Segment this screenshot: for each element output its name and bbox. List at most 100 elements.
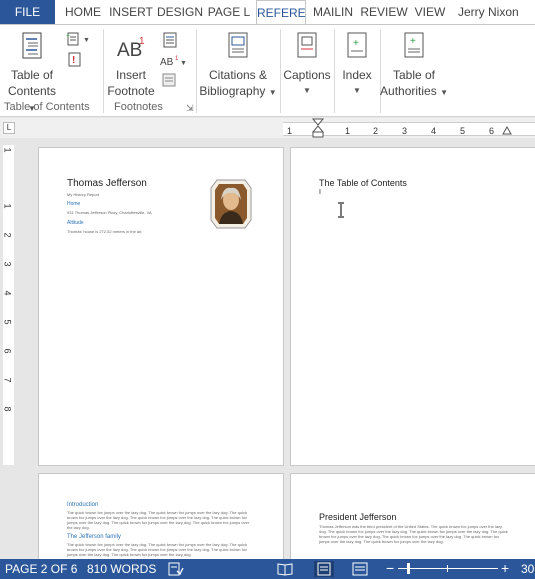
proofing-icon[interactable] — [168, 562, 184, 576]
ruler-tick: 1 — [287, 126, 293, 136]
user-name[interactable]: Jerry Nixon — [458, 0, 519, 24]
table-of-authorities-button[interactable]: + Table of Authorities ▼ — [380, 29, 448, 101]
vruler-tick: 5 — [2, 319, 13, 325]
tab-home[interactable]: HOME — [60, 0, 106, 24]
svg-text:+: + — [353, 38, 359, 49]
ruler-tick: 2 — [373, 126, 379, 136]
show-notes-icon — [162, 73, 176, 87]
authorities-line1: Table of — [392, 68, 436, 82]
group-separator — [280, 29, 281, 113]
ribbon-references: Table of Contents ▼ + ▼ ! Table of Conte… — [0, 24, 535, 117]
tab-file[interactable]: FILE — [0, 0, 55, 24]
text-cursor: I — [319, 189, 321, 196]
tab-design[interactable]: DESIGN — [156, 0, 204, 24]
svg-text:▼: ▼ — [83, 37, 90, 44]
page-3[interactable]: Introduction The quick brown fox jumps o… — [38, 473, 284, 559]
tab-view[interactable]: VIEW — [412, 0, 448, 24]
horizontal-ruler: L 1 1 1 2 3 4 5 6 — [0, 118, 535, 138]
ruler-tick: 5 — [460, 126, 466, 136]
tab-mailings[interactable]: MAILIN — [310, 0, 356, 24]
dropdown-arrow-icon: ▼ — [440, 88, 448, 97]
svg-text:1: 1 — [139, 36, 145, 47]
svg-text:▼: ▼ — [180, 60, 187, 67]
group-separator — [196, 29, 197, 113]
insert-footnote-button[interactable]: AB 1 Insert Footnote — [104, 29, 158, 99]
table-of-authorities-icon: + — [404, 32, 424, 58]
captions-button[interactable]: Captions ▼ — [282, 29, 332, 99]
portrait-image[interactable] — [209, 178, 253, 230]
svg-text:AB: AB — [160, 57, 174, 68]
captions-label: Captions — [283, 68, 331, 82]
insert-footnote-icon: AB 1 — [117, 36, 145, 61]
zoom-slider-thumb[interactable] — [407, 563, 410, 574]
page-1[interactable]: Thomas Jefferson My History Report Home … — [38, 147, 284, 466]
dropdown-arrow-icon: ▼ — [268, 88, 277, 97]
right-indent-marker-icon[interactable] — [502, 125, 512, 135]
zoom-level[interactable]: 30 — [521, 562, 534, 576]
vruler-tick: 7 — [2, 377, 13, 383]
footnotes-group-label: Footnotes — [114, 101, 163, 113]
page-count[interactable]: PAGE 2 OF 6 — [5, 562, 77, 576]
page-2[interactable]: The Table of Contents I — [290, 147, 535, 466]
zoom-out-button[interactable]: − — [386, 560, 394, 576]
page2-title: The Table of Contents — [319, 178, 407, 188]
left-indent-marker-icon[interactable] — [312, 118, 324, 138]
show-notes-button[interactable] — [162, 73, 176, 87]
zoom-in-button[interactable]: + — [501, 560, 509, 576]
insert-endnote-icon — [163, 32, 177, 48]
next-footnote-icon: AB 1 ▼ — [160, 56, 187, 68]
index-icon: + — [347, 32, 367, 58]
ruler-tick: 3 — [402, 126, 408, 136]
tab-references[interactable]: REFERE — [256, 0, 306, 25]
insert-endnote-button[interactable] — [160, 31, 180, 49]
toc-group-label: Table of Contents — [4, 101, 90, 113]
table-of-contents-icon — [22, 32, 42, 59]
page1-altitude-heading: Altitude — [67, 220, 84, 226]
vruler-tick: 2 — [2, 232, 13, 238]
vruler-tick: 4 — [2, 290, 13, 296]
document-area[interactable]: Thomas Jefferson My History Report Home … — [15, 138, 535, 559]
update-table-icon: ! — [68, 52, 81, 67]
zoom-slider[interactable] — [398, 563, 498, 574]
next-footnote-button[interactable]: AB 1 ▼ — [158, 53, 188, 69]
vruler-tick: 1 — [2, 203, 13, 209]
page1-title: Thomas Jefferson — [67, 178, 147, 189]
page3-family-heading: The Jefferson family — [67, 534, 121, 540]
page1-address: 931 Thomas Jefferson Pkwy, Charlottesvil… — [67, 210, 152, 215]
citations-bibliography-button[interactable]: Citations & Bibliography ▼ — [198, 29, 278, 101]
page-4[interactable]: President Jefferson Thomas Jefferson was… — [290, 473, 535, 559]
page3-family-text: The quick brown fox jumps over the lazy … — [67, 542, 247, 557]
group-separator — [334, 29, 335, 113]
status-bar: PAGE 2 OF 6 810 WORDS − + 30 — [0, 559, 535, 579]
dialog-launcher-icon[interactable]: ⇲ — [186, 103, 194, 114]
captions-icon — [297, 32, 317, 58]
authorities-line2: Authorities ▼ — [380, 84, 448, 98]
page4-title: President Jefferson — [319, 512, 397, 522]
add-text-button[interactable]: + ▼ — [66, 31, 94, 47]
toc-label-line1: Table of — [10, 68, 54, 82]
insert-footnote-line2: Footnote — [107, 84, 155, 98]
add-text-icon: + ▼ — [66, 32, 90, 46]
ruler-tick: 6 — [489, 126, 495, 136]
svg-text:!: ! — [72, 55, 75, 66]
tab-selector[interactable]: L — [3, 122, 15, 134]
tab-page-layout[interactable]: PAGE L — [206, 0, 252, 24]
citations-line1: Citations & — [208, 68, 268, 82]
page3-intro-heading: Introduction — [67, 502, 99, 508]
page1-altitude-text: Thomas' house is 272.52 meters in the ai… — [67, 229, 143, 234]
page1-subtitle: My History Report — [67, 192, 100, 197]
read-mode-icon[interactable] — [277, 562, 293, 576]
vertical-ruler: 1 1 2 3 4 5 6 7 8 — [3, 145, 14, 465]
web-layout-icon[interactable] — [352, 562, 368, 576]
update-table-button[interactable]: ! — [66, 51, 84, 69]
index-button[interactable]: + Index ▼ — [336, 29, 378, 99]
print-layout-icon[interactable] — [314, 561, 334, 577]
tab-insert[interactable]: INSERT — [108, 0, 154, 24]
ruler-tick: 1 — [345, 126, 351, 136]
tab-review[interactable]: REVIEW — [360, 0, 408, 24]
word-count[interactable]: 810 WORDS — [87, 562, 156, 576]
page3-intro-text: The quick brown fox jumps over the lazy … — [67, 510, 250, 530]
dropdown-arrow-icon: ▼ — [303, 86, 311, 95]
vruler-tick: 1 — [2, 147, 13, 153]
vruler-tick: 3 — [2, 261, 13, 267]
